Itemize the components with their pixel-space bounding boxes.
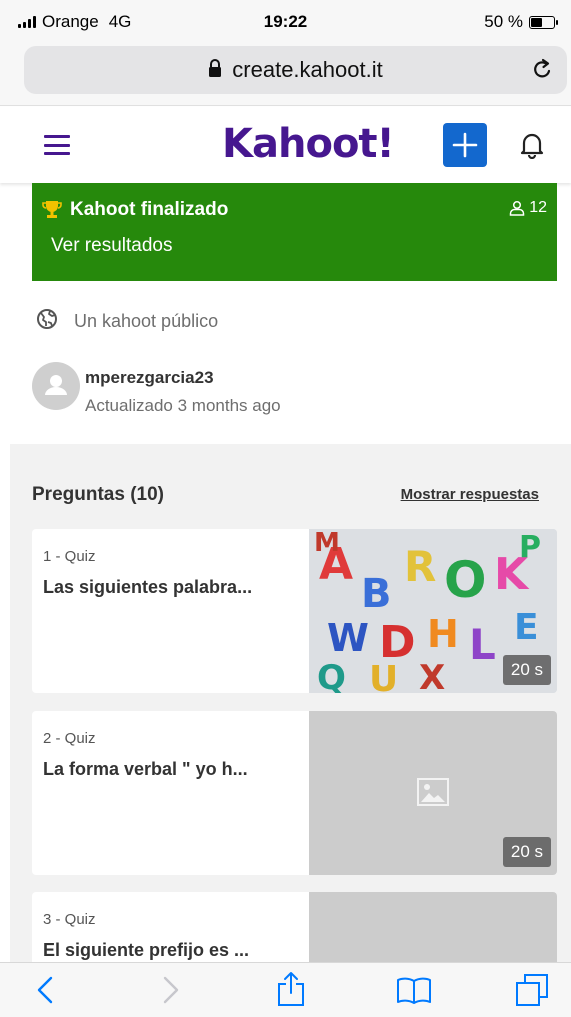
question-title: La forma verbal " yo h... bbox=[43, 759, 248, 779]
questions-title: Preguntas (10) bbox=[32, 484, 164, 505]
svg-text:L: L bbox=[469, 620, 496, 669]
create-button[interactable] bbox=[443, 123, 487, 167]
svg-text:Q: Q bbox=[317, 658, 346, 693]
browser-toolbar bbox=[0, 962, 571, 1017]
carrier-label: Orange bbox=[42, 12, 99, 31]
visibility-label: Un kahoot público bbox=[74, 311, 219, 331]
svg-text:E: E bbox=[514, 607, 539, 648]
svg-text:U: U bbox=[369, 659, 398, 693]
tabs-icon[interactable] bbox=[515, 973, 549, 1012]
user-icon bbox=[509, 200, 525, 216]
page: Orange 4G 19:22 50 % create.kahoot.it Ka… bbox=[0, 0, 571, 1017]
image-placeholder-icon bbox=[417, 778, 449, 806]
person-icon bbox=[45, 375, 67, 395]
banner-title: Kahoot finalizado bbox=[70, 199, 229, 220]
svg-text:R: R bbox=[404, 542, 436, 591]
plus-icon bbox=[452, 132, 478, 158]
player-count-value: 12 bbox=[529, 199, 547, 216]
battery-fill bbox=[531, 17, 542, 27]
question-text: 2 - Quiz La forma verbal " yo h... bbox=[43, 730, 298, 780]
visibility-row: Un kahoot público bbox=[36, 308, 218, 335]
battery-percent: 50 % bbox=[484, 12, 523, 31]
url-bar[interactable]: create.kahoot.it bbox=[24, 46, 567, 94]
question-title: Las siguientes palabra... bbox=[43, 577, 253, 597]
question-image: A B R O K W D H L Q U X E M P 20 s bbox=[309, 529, 557, 693]
svg-text:H: H bbox=[427, 612, 459, 656]
network-label: 4G bbox=[108, 12, 132, 31]
question-text: 3 - Quiz El siguiente prefijo es ... bbox=[43, 911, 298, 961]
battery-icon bbox=[529, 15, 558, 29]
reload-icon[interactable] bbox=[531, 58, 553, 88]
status-right: 50 % bbox=[484, 12, 558, 32]
bell-icon[interactable] bbox=[520, 131, 544, 164]
svg-text:X: X bbox=[419, 658, 445, 693]
player-count: 12 bbox=[509, 199, 547, 217]
questions-section: Preguntas (10) Mostrar respuestas 1 - Qu… bbox=[10, 444, 571, 1017]
question-title: El siguiente prefijo es ... bbox=[43, 940, 250, 960]
svg-text:W: W bbox=[327, 616, 369, 660]
back-icon[interactable] bbox=[36, 975, 54, 1010]
forward-icon[interactable] bbox=[162, 975, 180, 1010]
status-bar: Orange 4G 19:22 50 % bbox=[0, 0, 571, 44]
browser-address-area: create.kahoot.it bbox=[0, 44, 571, 106]
url-text: create.kahoot.it bbox=[232, 57, 383, 82]
menu-icon[interactable] bbox=[44, 135, 70, 155]
signal-icon bbox=[18, 16, 36, 28]
app-header: Kahoot! bbox=[0, 107, 571, 183]
question-type: 3 - Quiz bbox=[43, 911, 96, 928]
question-type: 1 - Quiz bbox=[43, 548, 96, 565]
globe-icon bbox=[36, 308, 58, 335]
finished-banner[interactable]: Kahoot finalizado 12 Ver resultados bbox=[32, 183, 557, 281]
share-icon[interactable] bbox=[276, 971, 306, 1012]
question-text: 1 - Quiz Las siguientes palabra... bbox=[43, 548, 298, 598]
kahoot-logo[interactable]: Kahoot! bbox=[222, 121, 395, 167]
question-card[interactable]: 1 - Quiz Las siguientes palabra... A B R… bbox=[32, 529, 557, 693]
bookmarks-icon[interactable] bbox=[396, 977, 432, 1010]
svg-text:P: P bbox=[519, 530, 541, 565]
question-card[interactable]: 2 - Quiz La forma verbal " yo h... 20 s bbox=[32, 711, 557, 875]
lock-icon bbox=[208, 57, 222, 83]
svg-text:O: O bbox=[444, 551, 487, 609]
author-updated: Actualizado 3 months ago bbox=[85, 396, 281, 415]
view-results-link[interactable]: Ver resultados bbox=[51, 235, 172, 257]
status-left: Orange 4G bbox=[18, 12, 131, 32]
trophy-icon bbox=[42, 199, 62, 224]
time-badge: 20 s bbox=[502, 837, 551, 867]
question-type: 2 - Quiz bbox=[43, 730, 96, 747]
show-answers-link[interactable]: Mostrar respuestas bbox=[401, 486, 539, 503]
svg-text:M: M bbox=[314, 529, 340, 558]
svg-text:B: B bbox=[361, 571, 392, 617]
time-badge: 20 s bbox=[502, 655, 551, 685]
author-username[interactable]: mperezgarcia23 bbox=[85, 368, 214, 388]
avatar[interactable] bbox=[32, 362, 80, 410]
question-image-placeholder: 20 s bbox=[309, 711, 557, 875]
